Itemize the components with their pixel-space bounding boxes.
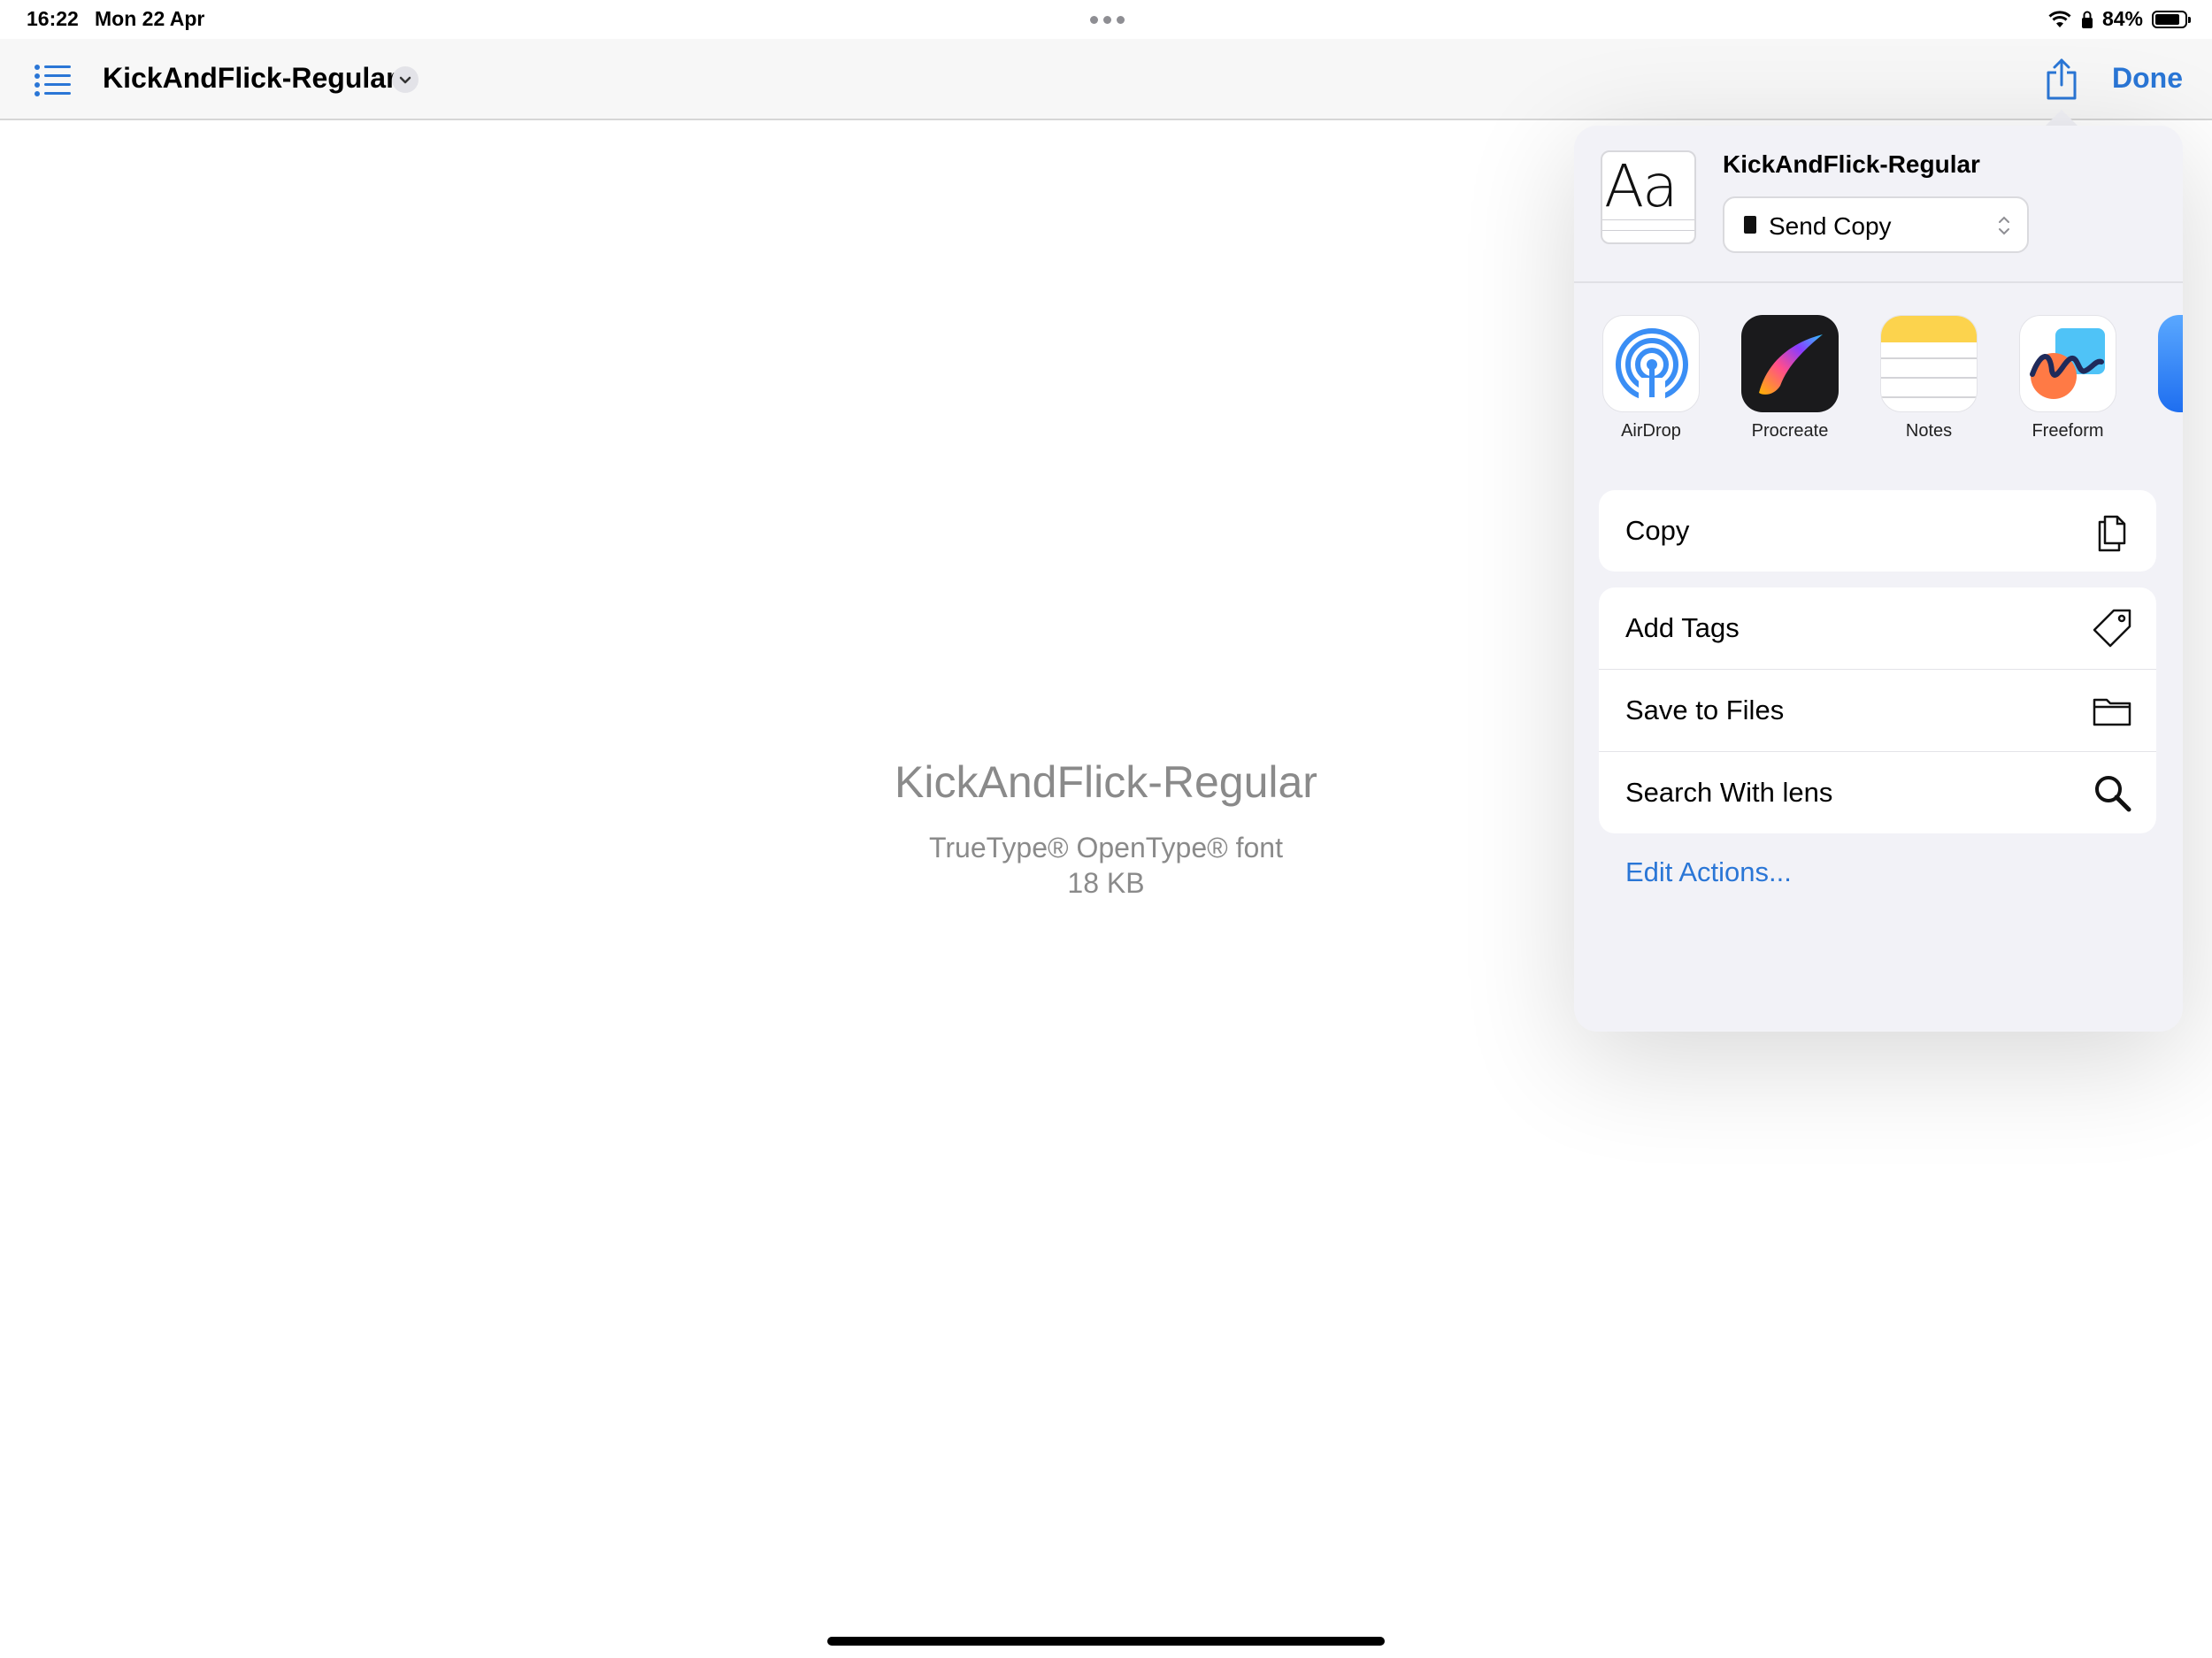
nav-title: KickAndFlick-Regular <box>103 62 397 94</box>
app-partial[interactable]: S <box>2157 315 2183 441</box>
divider <box>1574 281 2183 283</box>
send-copy-selector[interactable]: Send Copy <box>1723 196 2029 253</box>
add-tags-action[interactable]: Add Tags <box>1599 587 2156 670</box>
app-airdrop[interactable]: AirDrop <box>1601 315 1701 441</box>
action-label: Save to Files <box>1625 695 1785 725</box>
status-indicators: 84% <box>2047 7 2191 31</box>
file-thumbnail: Aa <box>1601 150 1696 244</box>
app-name: S <box>2157 421 2183 441</box>
action-group-main: Add Tags Save to Files Search With lens <box>1599 587 2156 833</box>
app-name: Notes <box>1905 421 1953 441</box>
document-icon <box>1744 216 1756 234</box>
share-icon[interactable] <box>2044 57 2079 101</box>
notes-icon <box>1880 315 1978 412</box>
freeform-icon <box>2019 315 2116 412</box>
app-name: AirDrop <box>1621 421 1681 441</box>
airdrop-icon <box>1602 315 1700 412</box>
app-icon <box>2158 315 2183 412</box>
app-procreate[interactable]: Procreate <box>1740 315 1839 441</box>
app-notes[interactable]: Notes <box>1879 315 1978 441</box>
action-group-copy: Copy <box>1599 490 2156 572</box>
search-with-lens-action[interactable]: Search With lens <box>1599 752 2156 833</box>
action-label: Search With lens <box>1625 777 1833 808</box>
home-indicator[interactable] <box>827 1637 1385 1646</box>
list-icon[interactable] <box>34 62 73 97</box>
chevron-updown-icon <box>1999 216 2009 235</box>
wifi-icon <box>2048 10 2071 27</box>
copy-action[interactable]: Copy <box>1599 490 2156 572</box>
status-date: Mon 22 Apr <box>95 7 205 30</box>
search-icon <box>2095 776 2131 812</box>
font-preview: Aa <box>1604 152 1678 220</box>
edit-actions-link[interactable]: Edit Actions... <box>1625 856 1792 888</box>
copy-icon <box>2098 515 2126 552</box>
popover-arrow <box>2044 110 2079 127</box>
folder-icon <box>2093 698 2131 726</box>
action-label: Copy <box>1625 515 1690 546</box>
lock-rotation-icon <box>2081 11 2093 28</box>
chevron-down-icon[interactable] <box>392 66 419 93</box>
app-row: AirDrop Procreate Notes Freeform <box>1574 315 2183 448</box>
send-copy-label: Send Copy <box>1769 212 1892 240</box>
app-freeform[interactable]: Freeform <box>2018 315 2117 441</box>
tag-icon <box>2093 609 2131 648</box>
action-label: Add Tags <box>1625 612 1740 643</box>
share-sheet-title: KickAndFlick-Regular <box>1723 150 1980 178</box>
share-sheet: Aa KickAndFlick-Regular Send Copy AirDro… <box>1574 126 2183 1032</box>
app-name: Procreate <box>1751 421 1829 441</box>
status-bar: 16:22 Mon 22 Apr 84% <box>0 0 2212 39</box>
status-time: 16:22 <box>27 7 79 30</box>
battery-icon <box>2152 10 2191 28</box>
procreate-icon <box>1741 315 1839 412</box>
save-to-files-action[interactable]: Save to Files <box>1599 670 2156 752</box>
multitasking-dots-icon[interactable] <box>1090 16 1125 24</box>
app-name: Freeform <box>2032 421 2104 441</box>
battery-percent: 84% <box>2101 7 2143 30</box>
nav-bar: KickAndFlick-Regular Done <box>0 39 2212 120</box>
done-button[interactable]: Done <box>2112 62 2183 95</box>
